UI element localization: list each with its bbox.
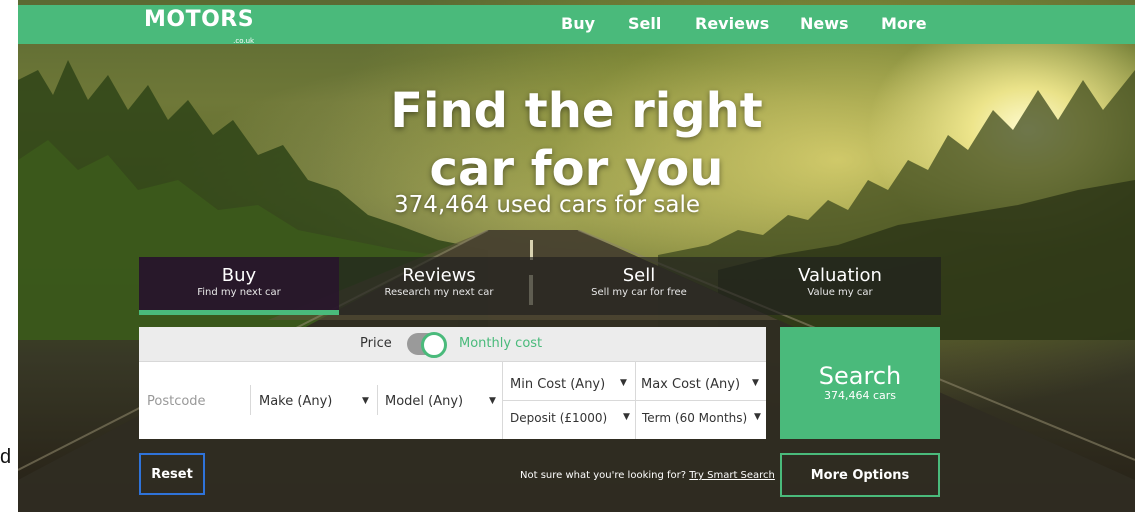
- smart-search-text: Not sure what you're looking for?: [520, 470, 687, 481]
- headline-line-1: Find the right: [390, 83, 763, 139]
- toggle-knob: [421, 332, 447, 358]
- model-select[interactable]: Model (Any): [385, 394, 463, 409]
- price-label[interactable]: Price: [360, 336, 392, 351]
- term-select[interactable]: Term (60 Months): [642, 411, 747, 425]
- top-navbar: MOTORS .co.uk Buy Sell Reviews News More: [18, 5, 1135, 46]
- monthly-cost-label[interactable]: Monthly cost: [459, 336, 542, 351]
- tab-valuation-subtitle: Value my car: [807, 287, 873, 298]
- deposit-select[interactable]: Deposit (£1000): [510, 411, 607, 425]
- tab-reviews-subtitle: Research my next car: [384, 287, 494, 298]
- logo-text: MOTORS: [144, 7, 255, 32]
- stray-text: d: [0, 446, 12, 468]
- tab-sell-subtitle: Sell my car for free: [591, 287, 687, 298]
- search-button[interactable]: Search 374,464 cars: [780, 327, 940, 439]
- divider: [502, 400, 766, 401]
- search-button-label: Search: [818, 362, 902, 390]
- logo-domain: .co.uk: [233, 37, 255, 45]
- nav-news[interactable]: News: [800, 14, 849, 33]
- smart-search-link[interactable]: Try Smart Search: [689, 470, 775, 481]
- tab-reviews-title: Reviews: [402, 265, 476, 286]
- price-mode-bar: Price Monthly cost: [139, 327, 766, 362]
- divider: [250, 385, 251, 415]
- nav-buy[interactable]: Buy: [561, 14, 595, 33]
- more-options-button[interactable]: More Options: [780, 453, 940, 497]
- tab-sell-title: Sell: [622, 265, 656, 286]
- page-frame: MOTORS .co.uk Buy Sell Reviews News More…: [18, 0, 1135, 512]
- tab-buy-subtitle: Find my next car: [197, 287, 281, 298]
- divider: [377, 385, 378, 415]
- dropdown-arrow-icon: ▼: [623, 412, 630, 422]
- search-button-count: 374,464 cars: [823, 389, 897, 402]
- tab-valuation[interactable]: Valuation Value my car: [739, 257, 941, 315]
- max-cost-select[interactable]: Max Cost (Any): [641, 377, 740, 392]
- tab-reviews[interactable]: Reviews Research my next car: [339, 257, 539, 315]
- nav-reviews[interactable]: Reviews: [695, 14, 769, 33]
- monthly-cost-toggle[interactable]: [407, 332, 447, 358]
- search-tabs: Buy Find my next car Reviews Research my…: [139, 257, 941, 315]
- dropdown-arrow-icon: ▼: [362, 396, 369, 406]
- reset-button[interactable]: Reset: [139, 453, 205, 495]
- hero-subhead: 374,464 used cars for sale: [393, 192, 701, 218]
- dropdown-arrow-icon: ▼: [754, 412, 761, 422]
- dropdown-arrow-icon: ▼: [620, 378, 627, 388]
- search-panel: Price Monthly cost Postcode Make (Any) ▼…: [139, 327, 766, 439]
- postcode-input[interactable]: Postcode: [147, 394, 206, 409]
- headline-line-2: car for you: [429, 141, 724, 197]
- tab-valuation-title: Valuation: [798, 265, 882, 286]
- motors-logo[interactable]: MOTORS .co.uk: [144, 7, 255, 46]
- nav-sell[interactable]: Sell: [628, 14, 661, 33]
- smart-search-prompt: Not sure what you're looking for? Try Sm…: [520, 470, 775, 481]
- min-cost-select[interactable]: Min Cost (Any): [510, 377, 605, 392]
- tab-buy[interactable]: Buy Find my next car: [139, 257, 339, 315]
- make-select[interactable]: Make (Any): [259, 394, 332, 409]
- hero-headline: Find the right car for you: [18, 82, 1135, 198]
- nav-more[interactable]: More: [881, 14, 927, 33]
- tab-sell[interactable]: Sell Sell my car for free: [539, 257, 739, 315]
- tab-buy-title: Buy: [221, 265, 257, 286]
- dropdown-arrow-icon: ▼: [489, 396, 496, 406]
- dropdown-arrow-icon: ▼: [752, 378, 759, 388]
